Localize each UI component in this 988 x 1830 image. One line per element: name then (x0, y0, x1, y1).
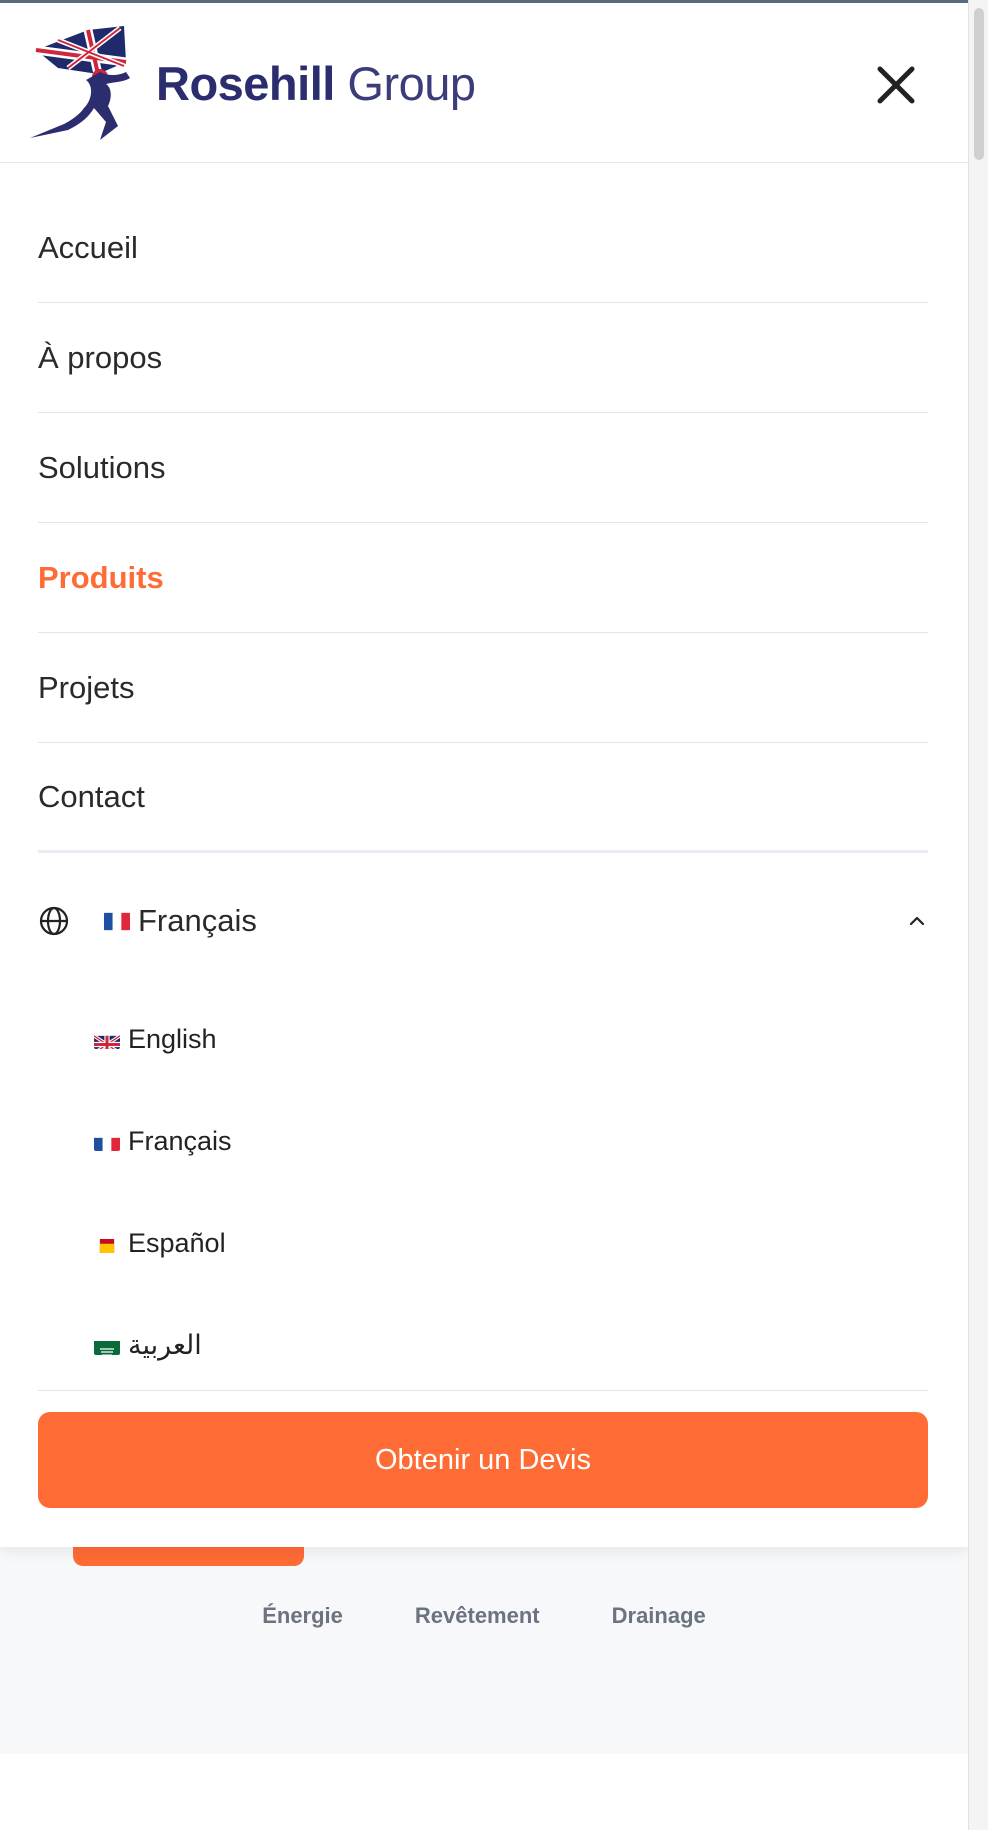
category-tags: Énergie Revêtement Drainage (0, 1603, 968, 1629)
tag-energie[interactable]: Énergie (262, 1603, 343, 1629)
language-option-label: Français (128, 1125, 232, 1156)
language-option-label: العربية (128, 1329, 202, 1360)
mobile-menu: Rosehill Group Accueil À propos Solution… (0, 3, 968, 1547)
scrollbar-thumb[interactable] (974, 8, 984, 160)
saudi-flag-icon (94, 1336, 120, 1355)
page-scrollbar[interactable] (968, 0, 988, 1830)
france-flag-icon (94, 1132, 120, 1151)
get-quote-button[interactable]: Obtenir un Devis (38, 1412, 928, 1508)
language-option-arabic[interactable]: العربية (94, 1294, 928, 1396)
language-option-english[interactable]: English (94, 988, 928, 1090)
language-options: English Français Español العربية (94, 988, 928, 1396)
close-menu-button[interactable] (870, 59, 922, 111)
france-flag-icon (104, 912, 130, 931)
tag-drainage[interactable]: Drainage (612, 1603, 706, 1629)
brand-logo[interactable]: Rosehill Group (28, 23, 476, 143)
globe-icon (39, 906, 69, 936)
nav-item-accueil[interactable]: Accueil (38, 193, 928, 303)
language-option-label: Español (128, 1227, 226, 1258)
nav-item-a-propos[interactable]: À propos (38, 303, 928, 413)
main-navigation: Accueil À propos Solutions Produits Proj… (38, 193, 928, 853)
page-background-section (0, 1540, 968, 1754)
uk-flag-icon (94, 1030, 120, 1049)
current-language-label: Français (138, 903, 257, 938)
brand-name: Rosehill Group (156, 56, 476, 111)
menu-divider (38, 1390, 928, 1391)
brand-name-bold: Rosehill (156, 56, 335, 110)
nav-item-projets[interactable]: Projets (38, 633, 928, 743)
nav-item-contact[interactable]: Contact (38, 743, 928, 853)
tag-revetement[interactable]: Revêtement (415, 1603, 540, 1629)
chevron-up-icon (909, 916, 925, 926)
nav-item-solutions[interactable]: Solutions (38, 413, 928, 523)
language-option-label: English (128, 1023, 217, 1054)
runner-flag-logo-icon (30, 26, 130, 140)
menu-header: Rosehill Group (0, 3, 968, 163)
close-icon (877, 66, 915, 104)
language-option-francais[interactable]: Français (94, 1090, 928, 1192)
language-option-espanol[interactable]: Español (94, 1192, 928, 1294)
nav-item-produits[interactable]: Produits (38, 523, 928, 633)
language-selector-toggle[interactable]: Français (38, 893, 928, 949)
brand-name-light: Group (347, 56, 476, 110)
spain-flag-icon (94, 1234, 120, 1253)
